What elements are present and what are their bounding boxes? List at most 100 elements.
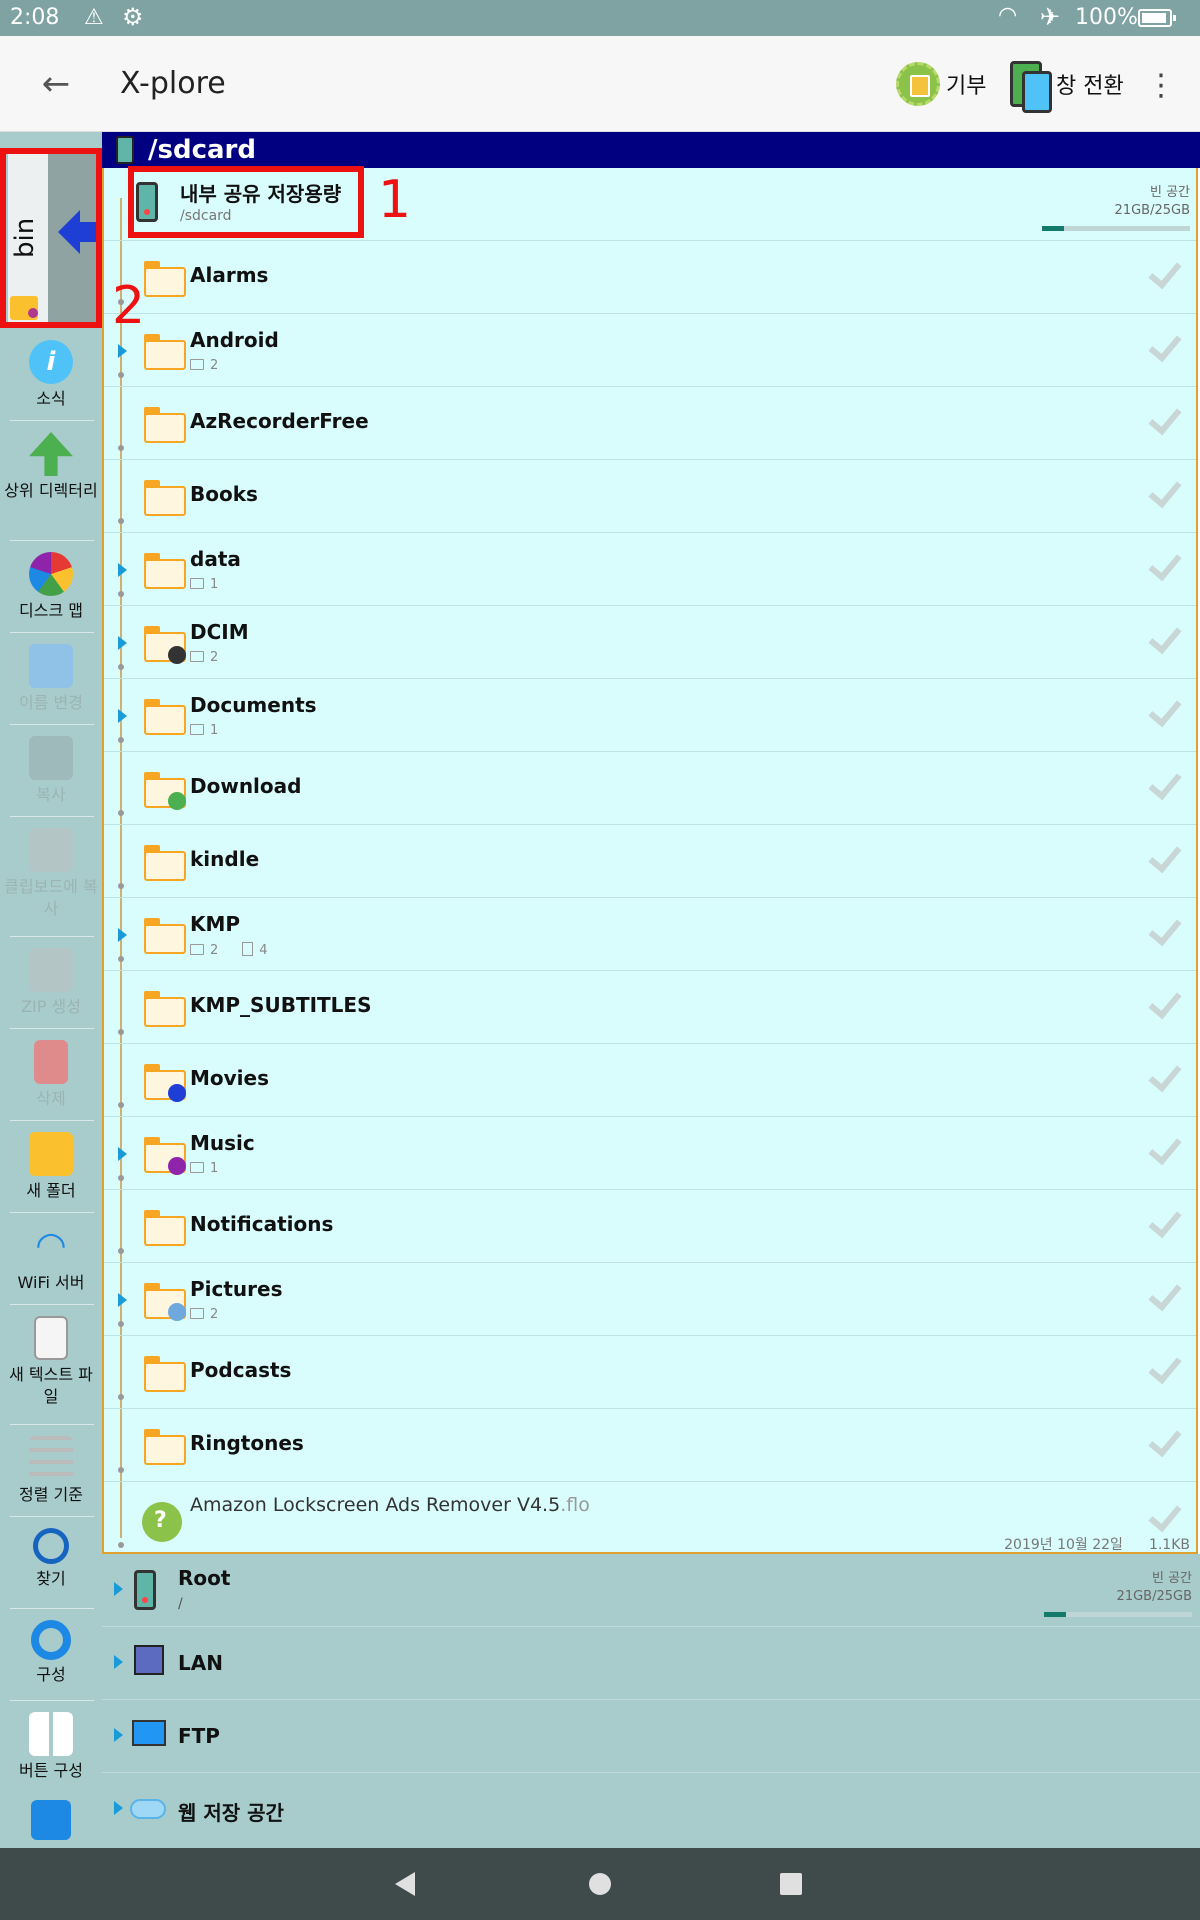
nav-back-icon[interactable] bbox=[395, 1872, 415, 1896]
expand-arrow-icon[interactable] bbox=[118, 928, 127, 942]
tool-copy-clipboard[interactable]: 클립보드에 복사 bbox=[0, 828, 102, 920]
folder-row[interactable]: Download bbox=[104, 752, 1196, 825]
select-check-icon[interactable] bbox=[1144, 1277, 1184, 1317]
select-check-icon[interactable] bbox=[1144, 620, 1184, 660]
status-time: 2:08 bbox=[10, 5, 60, 30]
storage-lan[interactable]: LAN bbox=[102, 1627, 1200, 1700]
folder-name: Music bbox=[190, 1131, 255, 1155]
select-check-icon[interactable] bbox=[1144, 547, 1184, 587]
storage-web[interactable]: 웹 저장 공간 bbox=[102, 1773, 1200, 1846]
folder-row[interactable]: Music 1 bbox=[104, 1117, 1196, 1190]
system-nav-bar bbox=[0, 1848, 1200, 1920]
unknown-file-gear-icon bbox=[142, 1502, 182, 1542]
sort-icon bbox=[29, 1436, 73, 1480]
expand-arrow-icon[interactable] bbox=[118, 563, 127, 577]
folder-row[interactable]: Documents 1 bbox=[104, 679, 1196, 752]
folder-row[interactable]: KMP_SUBTITLES bbox=[104, 971, 1196, 1044]
device-icon bbox=[116, 136, 134, 164]
disk-map-icon bbox=[29, 552, 73, 596]
expand-arrow-icon[interactable] bbox=[118, 709, 127, 723]
tool-new-folder[interactable]: 새 폴더 bbox=[0, 1132, 102, 1202]
nav-home-icon[interactable] bbox=[589, 1873, 611, 1895]
tool-config[interactable]: 구성 bbox=[0, 1620, 102, 1686]
tool-delete[interactable]: 삭제 bbox=[0, 1040, 102, 1110]
folder-count: 2 bbox=[190, 1307, 218, 1322]
select-check-icon[interactable] bbox=[1144, 839, 1184, 879]
select-check-icon[interactable] bbox=[1144, 401, 1184, 441]
storage-ftp[interactable]: FTP bbox=[102, 1700, 1200, 1773]
select-check-icon[interactable] bbox=[1144, 1058, 1184, 1098]
folder-row[interactable]: Books bbox=[104, 460, 1196, 533]
subfolder-icon bbox=[190, 944, 204, 955]
tool-find[interactable]: 찾기 bbox=[0, 1528, 102, 1590]
folder-row[interactable]: Android 2 bbox=[104, 314, 1196, 387]
select-check-icon[interactable] bbox=[1144, 1423, 1184, 1463]
select-check-icon[interactable] bbox=[1144, 912, 1184, 952]
folder-icon bbox=[144, 1356, 186, 1392]
folder-badge-icon bbox=[168, 1084, 186, 1102]
folder-row[interactable]: Pictures 2 bbox=[104, 1263, 1196, 1336]
zip-icon bbox=[29, 948, 73, 992]
tool-disk-map[interactable]: 디스크 맵 bbox=[0, 552, 102, 622]
folder-row[interactable]: data 1 bbox=[104, 533, 1196, 606]
expand-arrow-icon bbox=[114, 1728, 123, 1742]
button-config-icon bbox=[29, 1712, 73, 1756]
storage-list-panel: Root / 빈 공간 21GB/25GB LAN FTP 웹 저장 공간 bbox=[102, 1554, 1200, 1848]
file-count-icon bbox=[242, 942, 254, 956]
new-folder-icon bbox=[29, 1132, 73, 1176]
folder-row[interactable]: Movies bbox=[104, 1044, 1196, 1117]
folder-row[interactable]: Alarms bbox=[104, 241, 1196, 314]
tool-sort[interactable]: 정렬 기준 bbox=[0, 1436, 102, 1506]
storage-root[interactable]: Root / 빈 공간 21GB/25GB bbox=[102, 1554, 1200, 1627]
select-check-icon[interactable] bbox=[1144, 985, 1184, 1025]
copy-icon bbox=[29, 736, 73, 780]
folder-row[interactable]: AzRecorderFree bbox=[104, 387, 1196, 460]
tool-rename[interactable]: 이름 변경 bbox=[0, 644, 102, 714]
select-check-icon[interactable] bbox=[1144, 255, 1184, 295]
expand-arrow-icon[interactable] bbox=[118, 1293, 127, 1307]
select-check-icon[interactable] bbox=[1144, 693, 1184, 733]
folder-row[interactable]: kindle bbox=[104, 825, 1196, 898]
expand-arrow-icon[interactable] bbox=[118, 636, 127, 650]
tool-copy[interactable]: 복사 bbox=[0, 736, 102, 806]
beer-icon bbox=[896, 62, 940, 106]
subfolder-icon bbox=[190, 1308, 204, 1319]
folder-row[interactable]: Podcasts bbox=[104, 1336, 1196, 1409]
new-text-file-icon bbox=[34, 1316, 68, 1360]
switch-window-button[interactable]: 창 전환 bbox=[1008, 60, 1124, 113]
folder-icon bbox=[144, 1429, 186, 1465]
select-check-icon[interactable] bbox=[1144, 474, 1184, 514]
back-arrow-icon[interactable]: ← bbox=[36, 64, 76, 104]
folder-row[interactable]: Notifications bbox=[104, 1190, 1196, 1263]
folder-count: 2 bbox=[190, 650, 218, 665]
more-options-icon[interactable]: ⋮ bbox=[1146, 66, 1176, 106]
folder-icon bbox=[144, 480, 186, 516]
select-check-icon[interactable] bbox=[1144, 1131, 1184, 1171]
folder-row[interactable]: Ringtones bbox=[104, 1409, 1196, 1482]
wifi-server-icon: ◠ bbox=[35, 1225, 67, 1266]
folder-row[interactable]: KMP 2 4 bbox=[104, 898, 1196, 971]
tool-parent-dir[interactable]: 상위 디렉터리 bbox=[0, 432, 102, 502]
tool-create-zip[interactable]: ZIP 생성 bbox=[0, 948, 102, 1018]
file-row[interactable]: Amazon Lockscreen Ads Remover V4.5.flo 2… bbox=[104, 1482, 1196, 1552]
folder-name: data bbox=[190, 547, 241, 571]
select-check-icon[interactable] bbox=[1144, 1204, 1184, 1244]
select-check-icon[interactable] bbox=[1144, 1350, 1184, 1390]
tool-button-config[interactable]: 버튼 구성 bbox=[0, 1712, 102, 1782]
folder-count: 2 bbox=[190, 358, 218, 373]
tool-news[interactable]: i 소식 bbox=[0, 340, 102, 410]
select-check-icon[interactable] bbox=[1144, 766, 1184, 806]
subfolder-icon bbox=[190, 651, 204, 662]
folder-row[interactable]: DCIM 2 bbox=[104, 606, 1196, 679]
tool-wifi-server[interactable]: ◠ WiFi 서버 bbox=[0, 1224, 102, 1294]
expand-arrow-icon[interactable] bbox=[118, 344, 127, 358]
tool-new-text-file[interactable]: 새 텍스트 파일 bbox=[0, 1316, 102, 1408]
donate-button[interactable]: 기부 bbox=[896, 60, 986, 108]
rename-icon bbox=[29, 644, 73, 688]
nav-recents-icon[interactable] bbox=[780, 1873, 802, 1895]
expand-arrow-icon[interactable] bbox=[118, 1147, 127, 1161]
tool-window-more[interactable] bbox=[0, 1800, 102, 1844]
select-check-icon[interactable] bbox=[1144, 1498, 1184, 1538]
select-check-icon[interactable] bbox=[1144, 328, 1184, 368]
settings-gear-icon: ⚙ bbox=[122, 3, 144, 31]
